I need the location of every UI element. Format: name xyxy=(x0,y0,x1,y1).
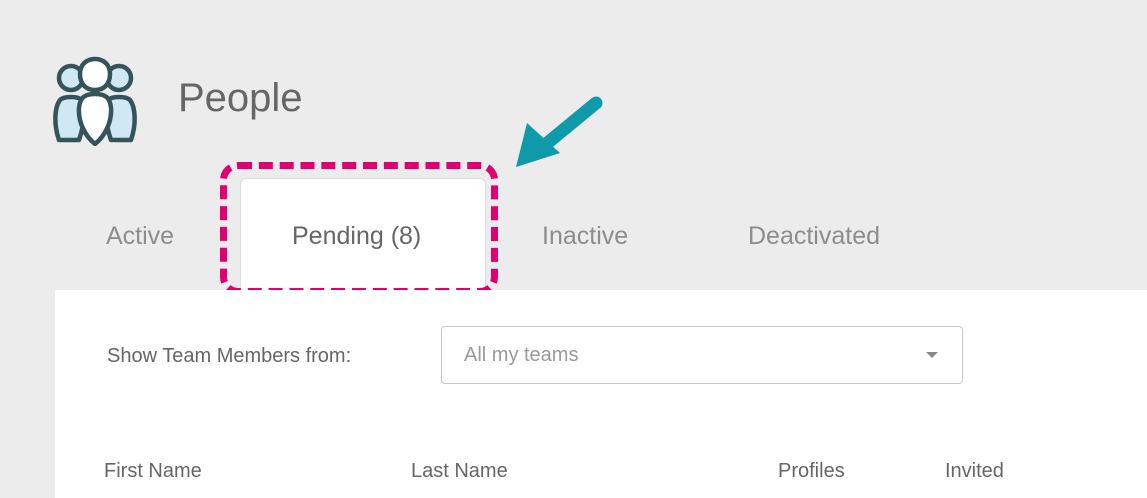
column-header-first-name[interactable]: First Name xyxy=(104,460,202,483)
team-filter-label: Show Team Members from: xyxy=(107,345,352,367)
tab-active[interactable]: Active xyxy=(106,222,174,251)
main-panel: Show Team Members from: All my teams Fir… xyxy=(55,290,1147,498)
column-header-profiles[interactable]: Profiles xyxy=(778,460,845,483)
team-filter-select[interactable]: All my teams xyxy=(441,326,963,384)
page-title: People xyxy=(178,76,303,120)
people-group-icon xyxy=(53,56,137,146)
arrow-down-left-icon xyxy=(516,96,603,167)
column-header-last-name[interactable]: Last Name xyxy=(411,460,508,483)
tab-pending[interactable]: Pending (8) xyxy=(240,178,486,291)
tab-deactivated[interactable]: Deactivated xyxy=(748,222,880,251)
tab-pending-label: Pending (8) xyxy=(292,222,422,250)
team-filter-value: All my teams xyxy=(464,344,579,366)
column-header-invited[interactable]: Invited xyxy=(945,460,1004,483)
tab-inactive[interactable]: Inactive xyxy=(542,222,628,251)
chevron-down-icon xyxy=(926,352,938,358)
